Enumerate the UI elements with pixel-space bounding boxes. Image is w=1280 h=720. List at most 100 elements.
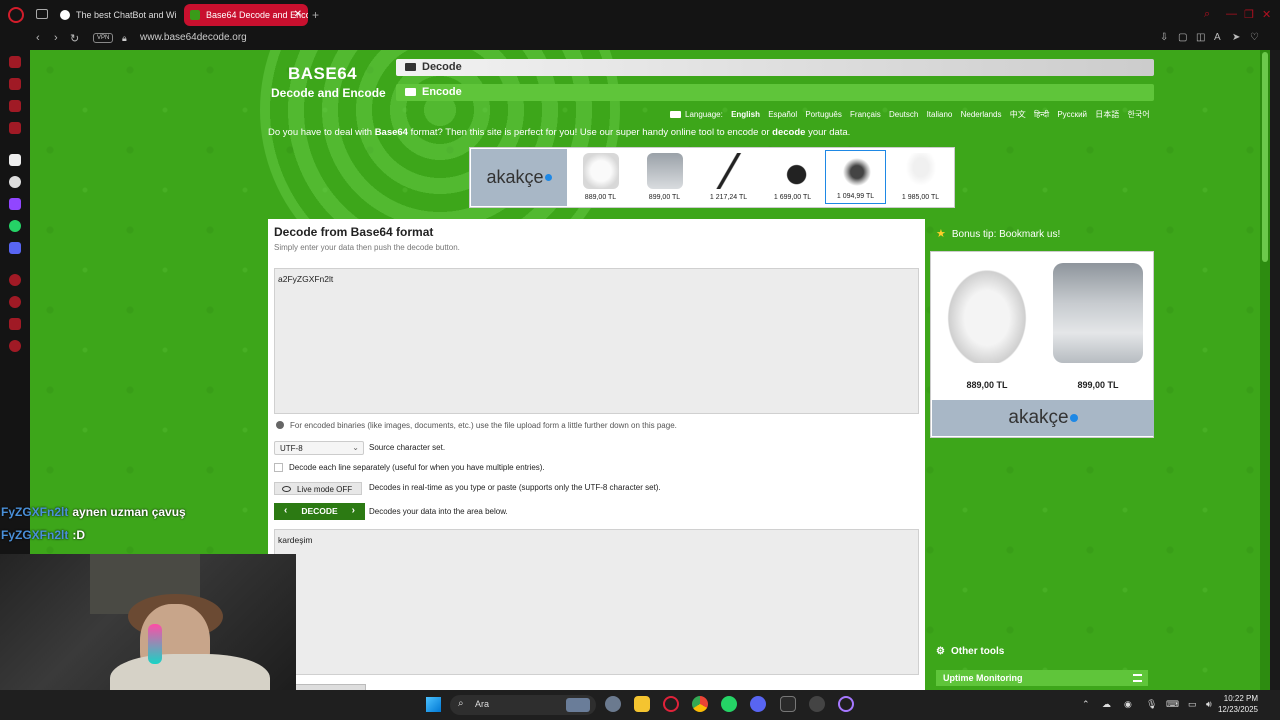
lang-espanol[interactable]: Español [768,110,797,119]
lang-russian[interactable]: Русский [1057,110,1087,119]
opera-app-icon[interactable] [663,696,679,712]
whatsapp-icon[interactable] [9,220,21,232]
search-highlight-image [566,698,590,712]
back-icon[interactable]: ‹ [36,32,40,44]
lang-korean[interactable]: 한국어 [1128,110,1150,119]
url-field[interactable]: www.base64decode.org [140,32,247,43]
send-icon[interactable]: ➤ [1232,32,1240,43]
eye-icon [282,486,291,492]
site-logo-subtitle[interactable]: Decode and Encode [271,86,386,100]
lang-francais[interactable]: Français [850,110,881,119]
lang-english[interactable]: English [731,110,760,119]
search-tabs-icon[interactable]: ⌕ [1204,8,1210,21]
lang-chinese[interactable]: 中文 [1010,110,1026,119]
tray-app-icon[interactable]: ◉ [1124,699,1132,710]
ad-product[interactable]: 889,00 TL [570,150,631,204]
akakce-logo[interactable]: akakçe [471,149,567,206]
lang-italiano[interactable]: Italiano [927,110,953,119]
tab-chatbot[interactable]: The best ChatBot and Wi [54,4,178,26]
extensions-icon[interactable] [9,318,21,330]
heart-icon[interactable]: ♡ [1250,32,1259,43]
taskbar-clock[interactable]: 10:22 PM 12/23/2025 [1218,693,1258,715]
snapshot-icon[interactable]: ▢ [1178,32,1187,43]
settings-app-icon[interactable] [605,696,621,712]
flag-icon [670,111,681,118]
tab-icon[interactable]: ◫ [1196,32,1205,43]
sidebar-ad[interactable]: 889,00 TL 899,00 TL akakçe [930,251,1154,438]
other-tools-heading: ⚙ Other tools [936,646,1004,657]
intro-part: Do you have to deal with [268,127,375,138]
cloud-icon[interactable]: ☁ [1102,699,1111,710]
lang-deutsch[interactable]: Deutsch [889,110,918,119]
minimize-icon[interactable]: — [1226,8,1237,20]
new-tab-icon[interactable]: + [312,8,319,22]
lang-portugues[interactable]: Português [805,110,841,119]
taskbar-search[interactable]: ⌕ Ara [450,695,596,715]
obs-app-icon[interactable] [809,696,825,712]
ad-product[interactable]: 899,00 TL [634,150,695,204]
page-scrollbar[interactable] [1260,50,1270,690]
close-tab-icon[interactable]: ✕ [294,9,302,20]
file-explorer-icon[interactable] [634,696,650,712]
download-icon[interactable]: ⇩ [1160,32,1168,43]
twitch-icon[interactable] [9,198,21,210]
chevron-up-icon[interactable]: ⌃ [1082,699,1090,710]
microphone-icon[interactable]: 🎙︎ [1146,699,1157,710]
translate-icon[interactable]: A [1214,32,1221,43]
vpn-badge[interactable]: VPN [93,33,114,43]
keyboard-icon[interactable]: ⌨ [1166,699,1179,710]
discord-app-icon[interactable] [750,696,766,712]
news-icon[interactable] [9,122,21,134]
maximize-icon[interactable]: ❐ [1244,8,1254,21]
forward-icon[interactable]: › [54,32,58,44]
akakce-logo[interactable]: akakçe [932,400,1154,436]
reload-icon[interactable]: ↻ [70,32,79,45]
output-textarea[interactable]: kardeşim [274,529,919,675]
sidebar-ad-product[interactable]: 889,00 TL [932,253,1042,400]
workspaces-icon[interactable] [36,9,48,19]
ad-product[interactable]: 1 699,00 TL [762,150,823,204]
folder-open-icon [405,63,416,71]
lock-icon[interactable]: 🔒︎ [122,33,127,44]
lang-japanese[interactable]: 日本語 [1095,110,1119,119]
ad-product[interactable]: 1 985,00 TL [890,150,951,204]
player-icon[interactable] [9,78,21,90]
decode-button[interactable]: ‹ DECODE › [274,503,365,520]
tab-base64[interactable]: Base64 Decode and Enco ✕ [184,4,308,26]
flow-icon[interactable] [9,274,21,286]
whatsapp-app-icon[interactable] [721,696,737,712]
each-line-checkbox[interactable] [274,463,283,472]
settings-icon[interactable] [9,340,21,352]
scrollbar-thumb[interactable] [1262,52,1268,262]
live-mode-button[interactable]: Live mode OFF [274,482,362,495]
taskbar-search-text: Ara [475,699,490,709]
ad-product-selected[interactable]: 1 094,99 TL [825,150,886,204]
nav-encode[interactable]: Encode [396,84,1154,101]
close-window-icon[interactable]: ✕ [1262,8,1271,21]
history-icon[interactable] [9,296,21,308]
messenger-icon[interactable] [9,100,21,112]
sidebar-ad-product[interactable]: 899,00 TL [1043,253,1153,400]
ai-app-icon[interactable] [9,154,21,166]
start-icon[interactable] [426,697,441,712]
decode-button-label: DECODE [301,506,338,516]
chatgpt-icon[interactable] [9,176,21,188]
ad-banner[interactable]: akakçe 889,00 TL 899,00 TL 1 217,24 TL 1… [469,147,955,208]
chrome-app-icon[interactable] [692,696,708,712]
lang-hindi[interactable]: हिन्दी [1034,110,1049,119]
network-icon[interactable]: ▭ [1188,699,1197,710]
ad-price: 1 094,99 TL [836,193,875,200]
charset-select[interactable]: UTF-8 ⌄ [274,441,364,455]
opera-gx-app-icon[interactable] [838,696,854,712]
app-icon[interactable] [780,696,796,712]
site-logo-title[interactable]: BASE64 [288,64,357,84]
aria-icon[interactable] [9,56,21,68]
lang-nederlands[interactable]: Nederlands [961,110,1002,119]
opera-logo-icon[interactable] [8,7,24,23]
volume-icon[interactable]: 🔊︎ [1206,699,1212,710]
uptime-monitoring-link[interactable]: Uptime Monitoring [936,670,1148,686]
nav-decode[interactable]: Decode [396,59,1154,76]
input-textarea[interactable]: a2FyZGXFn2lt [274,268,919,414]
ad-product[interactable]: 1 217,24 TL [698,150,759,204]
discord-icon[interactable] [9,242,21,254]
